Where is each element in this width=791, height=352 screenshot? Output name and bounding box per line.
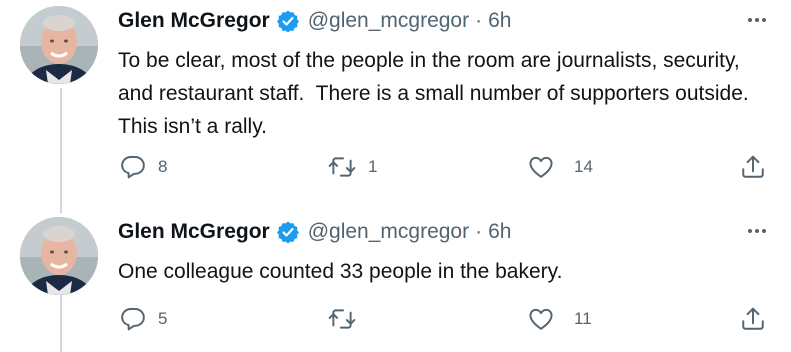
like-button[interactable]: 14 (528, 151, 593, 183)
verified-badge-icon (276, 220, 300, 244)
tweet-actions: 5 11 (0, 303, 791, 335)
like-count: 11 (574, 309, 592, 328)
more-options-icon[interactable] (743, 8, 771, 32)
tweet[interactable]: Glen McGregor @glen_mcgregor · 6h To be … (0, 6, 791, 206)
tweet[interactable]: Glen McGregor @glen_mcgregor · 6h One co… (0, 217, 791, 352)
author-handle[interactable]: @glen_mcgregor (308, 9, 469, 33)
reply-count: 8 (158, 157, 168, 176)
reply-button[interactable]: 8 (120, 151, 167, 183)
retweet-count: 1 (368, 157, 378, 176)
like-count: 14 (574, 157, 593, 176)
reply-icon (121, 308, 145, 331)
retweet-icon (328, 157, 356, 177)
author-handle[interactable]: @glen_mcgregor (308, 220, 469, 244)
avatar[interactable] (20, 217, 98, 295)
separator-dot: · (475, 9, 483, 32)
author-name[interactable]: Glen McGregor (118, 220, 270, 244)
retweet-icon (328, 309, 356, 329)
more-options-icon[interactable] (743, 219, 771, 243)
share-icon (742, 307, 764, 330)
share-button[interactable] (740, 303, 766, 335)
tweet-text: One colleague counted 33 people in the b… (118, 260, 563, 283)
reply-icon (121, 156, 145, 179)
like-icon (529, 156, 553, 178)
retweet-button[interactable] (328, 303, 368, 335)
avatar[interactable] (20, 6, 98, 84)
tweet-actions: 8 1 14 (0, 151, 791, 183)
tweet-text: To be clear, most of the people in the r… (118, 49, 755, 138)
share-icon (742, 155, 764, 178)
tweet-header: Glen McGregor @glen_mcgregor · 6h (118, 217, 511, 247)
tweet-header: Glen McGregor @glen_mcgregor · 6h (118, 6, 511, 36)
like-icon (529, 308, 553, 330)
like-button[interactable]: 11 (528, 303, 592, 335)
timestamp[interactable]: 6h (488, 9, 511, 33)
reply-button[interactable]: 5 (120, 303, 167, 335)
verified-badge-icon (276, 9, 300, 33)
retweet-button[interactable]: 1 (328, 151, 377, 183)
share-button[interactable] (740, 151, 766, 183)
avatar-photo (20, 217, 98, 295)
avatar-photo (20, 6, 98, 84)
timestamp[interactable]: 6h (488, 220, 511, 244)
separator-dot: · (475, 220, 483, 243)
reply-count: 5 (158, 309, 168, 328)
author-name[interactable]: Glen McGregor (118, 9, 270, 33)
